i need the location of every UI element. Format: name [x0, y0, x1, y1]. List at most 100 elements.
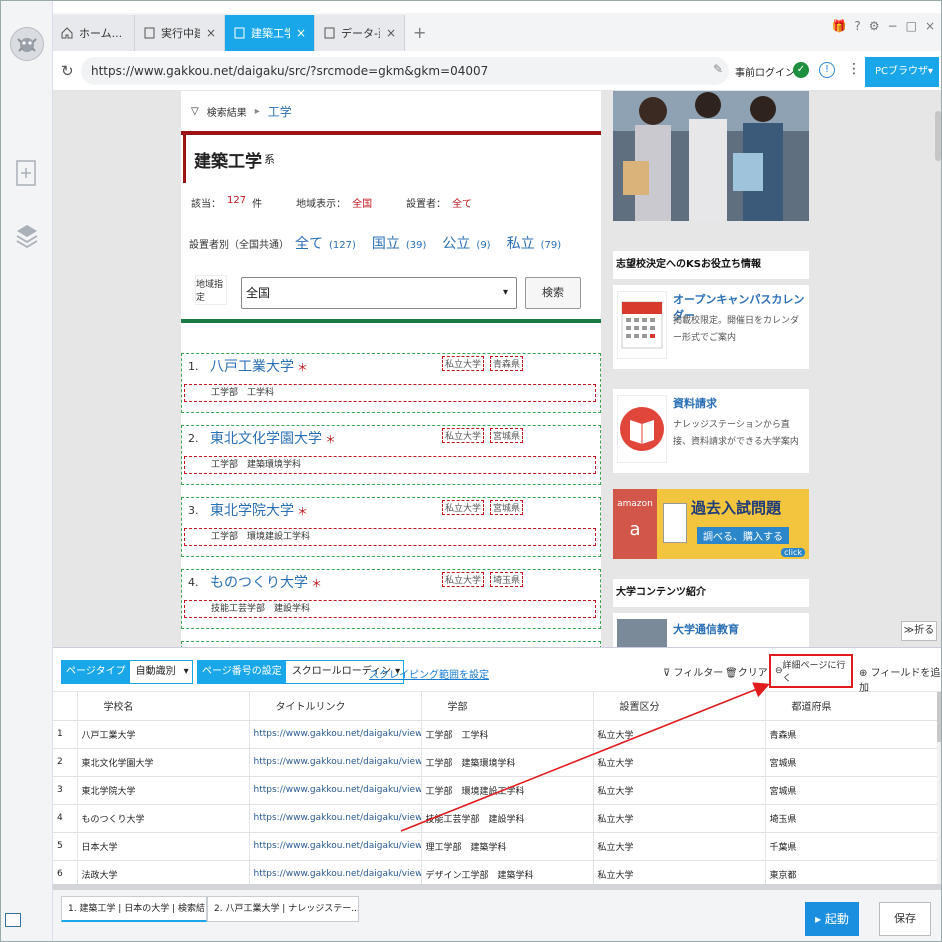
- type-all-link[interactable]: 全て: [295, 233, 323, 253]
- university-item[interactable]: 1. 八戸工業大学＊ 私立大学 青森県 工学部 工学科: [181, 353, 601, 413]
- close-icon[interactable]: ×: [386, 26, 396, 40]
- amazon-logo: amazon a: [613, 489, 657, 559]
- gear-icon[interactable]: ⚙: [869, 19, 880, 33]
- type-national-link[interactable]: 国立: [372, 233, 400, 253]
- tab-home[interactable]: ホーム...: [53, 15, 135, 51]
- region-select[interactable]: 全国: [241, 277, 517, 309]
- card-title[interactable]: 資料請求: [673, 395, 717, 411]
- correspondence-card[interactable]: 大学通信教育: [613, 613, 809, 647]
- cell-school[interactable]: ものつくり大学: [77, 804, 250, 833]
- pc-browser-button[interactable]: PCブラウザ: [865, 57, 939, 87]
- close-icon[interactable]: ×: [296, 26, 306, 40]
- cell-prefecture[interactable]: 宮城県: [765, 748, 938, 777]
- table-row[interactable]: 1 八戸工業大学 https://www.gakkou.net/daigaku/…: [53, 720, 938, 749]
- fold-button[interactable]: ≫折る: [901, 621, 937, 641]
- url-input[interactable]: https://www.gakkou.net/daigaku/src/?srcm…: [81, 57, 729, 85]
- cell-school[interactable]: 八戸工業大学: [77, 720, 250, 749]
- bottom-tab-2[interactable]: 2. 八戸工業大学 | ナレッジステー... ⊗: [207, 896, 359, 922]
- close-window-icon[interactable]: ×: [925, 19, 935, 33]
- cell-link[interactable]: https://www.gakkou.net/daigaku/view/div_…: [249, 804, 422, 833]
- card-title[interactable]: 大学通信教育: [673, 621, 739, 637]
- app-logo[interactable]: [10, 27, 44, 61]
- cell-link[interactable]: https://www.gakkou.net/daigaku/view/div_…: [249, 720, 422, 749]
- save-button[interactable]: 保存: [879, 902, 931, 936]
- type-private-link[interactable]: 私立: [507, 233, 535, 253]
- row-index: 4: [53, 804, 78, 833]
- cell-type[interactable]: 私立大学: [593, 720, 766, 749]
- cell-type[interactable]: 私立大学: [593, 832, 766, 861]
- cell-faculty[interactable]: 技能工芸学部 建設学科: [421, 804, 594, 833]
- document-request-card[interactable]: 資料請求 ナレッジステーションから直接、資料請求ができる大学案内: [613, 389, 809, 473]
- close-icon[interactable]: ×: [206, 26, 216, 40]
- tab-data[interactable]: データ-建... ×: [315, 15, 405, 51]
- table-row[interactable]: 5 日本大学 https://www.gakkou.net/daigaku/vi…: [53, 832, 938, 861]
- cell-faculty[interactable]: 工学部 環境建設工学科: [421, 776, 594, 805]
- cell-link[interactable]: https://www.gakkou.net/daigaku/view/div_…: [249, 832, 422, 861]
- start-button[interactable]: ▸ 起動: [805, 902, 859, 936]
- cell-faculty[interactable]: 工学部 建築環境学科: [421, 748, 594, 777]
- reload-icon[interactable]: ↻: [61, 62, 74, 80]
- cell-link[interactable]: https://www.gakkou.net/daigaku/view/div_…: [249, 748, 422, 777]
- open-campus-card[interactable]: オープンキャンパスカレンダー 掲載校限定。開催日をカレンダー形式でご案内: [613, 285, 809, 369]
- column-header[interactable]: タイトルリンク: [249, 692, 422, 721]
- university-item[interactable]: 3. 東北学院大学＊ 私立大学 宮城県 工学部 環境建設工学科: [181, 497, 601, 557]
- cell-school[interactable]: 東北文化学園大学: [77, 748, 250, 777]
- university-faculty: 工学部 工学科: [184, 384, 596, 402]
- web-scrollbar[interactable]: [935, 91, 941, 647]
- cell-school[interactable]: 日本大学: [77, 832, 250, 861]
- filter-button[interactable]: ⊽ フィルター: [663, 664, 723, 679]
- university-name-link[interactable]: 東北文化学園大学＊: [210, 428, 336, 448]
- maximize-icon[interactable]: □: [906, 19, 917, 33]
- column-header[interactable]: 設置区分: [593, 692, 766, 721]
- cell-prefecture[interactable]: 埼玉県: [765, 804, 938, 833]
- page-type-select[interactable]: ページタイプ 自動識別: [61, 660, 193, 684]
- table-row[interactable]: 3 東北学院大学 https://www.gakkou.net/daigaku/…: [53, 776, 938, 805]
- gift-icon[interactable]: 🎁: [831, 19, 846, 33]
- university-name-link[interactable]: 東北学院大学＊: [210, 500, 308, 520]
- thermometer-icon[interactable]: !: [819, 62, 835, 78]
- cell-school[interactable]: 東北学院大学: [77, 776, 250, 805]
- cell-faculty[interactable]: 理工学部 建築学科: [421, 832, 594, 861]
- breadcrumb-search-results[interactable]: 検索結果: [207, 104, 247, 119]
- minimize-icon[interactable]: −: [888, 19, 898, 33]
- column-header[interactable]: 学校名: [77, 692, 250, 721]
- university-name-link[interactable]: 八戸工業大学＊: [210, 356, 308, 376]
- edit-icon[interactable]: ✎: [713, 62, 723, 76]
- cell-link[interactable]: https://www.gakkou.net/daigaku/view/div_…: [249, 776, 422, 805]
- column-header[interactable]: 学部: [421, 692, 594, 721]
- clear-button[interactable]: 🗑クリア: [725, 664, 768, 679]
- go-detail-page-button[interactable]: ⊖ 詳細ページに行く: [769, 654, 853, 688]
- cell-faculty[interactable]: 工学部 工学科: [421, 720, 594, 749]
- university-name-link[interactable]: ものつくり大学＊: [210, 572, 322, 592]
- extension-icon[interactable]: ✓: [793, 62, 809, 78]
- more-icon[interactable]: ⋮: [847, 61, 861, 77]
- column-header[interactable]: 都道府県: [765, 692, 938, 721]
- breadcrumb-engineering[interactable]: 工学: [268, 103, 292, 120]
- table-scrollbar[interactable]: [937, 692, 941, 888]
- table-row[interactable]: 2 東北文化学園大学 https://www.gakkou.net/daigak…: [53, 748, 938, 777]
- amazon-past-exams-banner[interactable]: amazon a 過去入試問題 調べる、購入する click: [613, 489, 809, 559]
- mail-icon[interactable]: [5, 913, 21, 927]
- cell-prefecture[interactable]: 青森県: [765, 720, 938, 749]
- university-item[interactable]: 4. ものつくり大学＊ 私立大学 埼玉県 技能工芸学部 建設学科: [181, 569, 601, 629]
- cell-type[interactable]: 私立大学: [593, 804, 766, 833]
- new-task-icon[interactable]: [15, 159, 39, 186]
- add-field-button[interactable]: ⊕ フィールドを追加: [859, 664, 941, 694]
- help-icon[interactable]: ?: [854, 19, 860, 33]
- type-public-link[interactable]: 公立: [442, 233, 470, 253]
- cell-prefecture[interactable]: 千葉県: [765, 832, 938, 861]
- table-row[interactable]: 4 ものつくり大学 https://www.gakkou.net/daigaku…: [53, 804, 938, 833]
- tab-architecture[interactable]: 建築工学... ×: [225, 15, 315, 51]
- prelogin-button[interactable]: 事前ログイン: [735, 64, 795, 79]
- bottom-tab-1[interactable]: 1. 建築工学 | 日本の大学 | 検索結...: [61, 896, 207, 922]
- scrape-range-link[interactable]: スクレイピング範囲を設定: [369, 666, 489, 681]
- cell-type[interactable]: 私立大学: [593, 776, 766, 805]
- tab-running-task[interactable]: 実行中建... ×: [135, 15, 225, 51]
- layers-icon[interactable]: [15, 223, 39, 249]
- table-header: 学校名 タイトルリンク 学部 設置区分 都道府県: [53, 692, 938, 721]
- university-item[interactable]: 2. 東北文化学園大学＊ 私立大学 宮城県 工学部 建築環境学科: [181, 425, 601, 485]
- search-button[interactable]: 検索: [525, 277, 581, 309]
- cell-type[interactable]: 私立大学: [593, 748, 766, 777]
- new-tab-button[interactable]: +: [413, 23, 426, 42]
- cell-prefecture[interactable]: 宮城県: [765, 776, 938, 805]
